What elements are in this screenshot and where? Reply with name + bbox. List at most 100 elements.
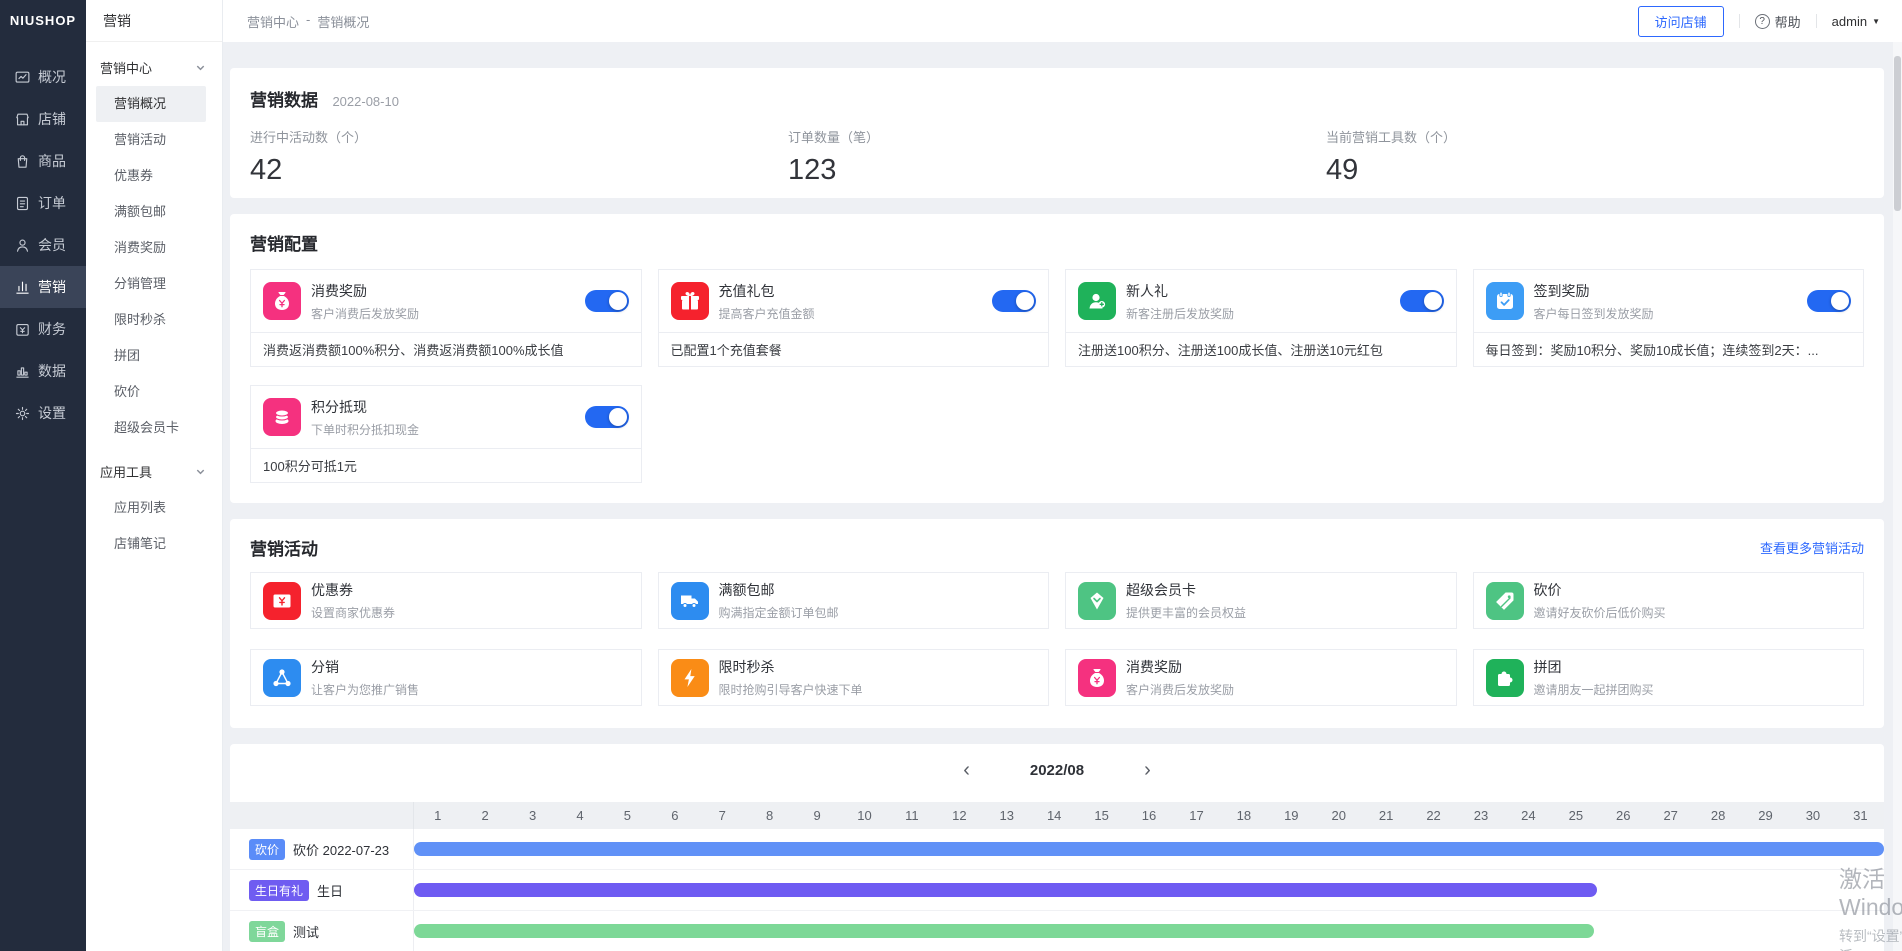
activity-item-bargain[interactable]: 砍价 邀请好友砍价后低价购买 <box>1473 572 1865 629</box>
marketing-activity-card: 营销活动 查看更多营销活动 优惠券 设置商家优惠券 <box>230 519 1884 728</box>
prev-month-button[interactable]: ‹ <box>959 760 974 780</box>
chevron-down-icon <box>195 466 206 477</box>
submenu-item-groupbuy[interactable]: 拼团 <box>86 338 222 374</box>
submenu-item-flash-sale[interactable]: 限时秒杀 <box>86 302 222 338</box>
submenu-item-consume-reward[interactable]: 消费奖励 <box>86 230 222 266</box>
gantt-bar[interactable] <box>414 924 1594 938</box>
calendar-month: 2022/08 <box>1030 762 1084 779</box>
submenu-group-app-tools[interactable]: 应用工具 <box>86 452 222 490</box>
toggle-switch[interactable] <box>1400 290 1444 312</box>
config-grid: 消费奖励 客户消费后发放奖励 消费返消费额100%积分、消费返消费额100%成长… <box>250 269 1864 483</box>
submenu-item-marketing-overview[interactable]: 营销概况 <box>96 86 206 122</box>
day-cell: 5 <box>604 808 651 823</box>
chevron-down-icon <box>195 62 206 73</box>
day-cell: 15 <box>1078 808 1125 823</box>
day-cell: 2 <box>461 808 508 823</box>
day-cell: 20 <box>1315 808 1362 823</box>
activity-item-distribution[interactable]: 分销 让客户为您推广销售 <box>250 649 642 706</box>
breadcrumb: 营销中心 - 营销概况 <box>247 12 369 31</box>
gantt-row-bargain: 砍价 砍价 2022-07-23 <box>230 829 1884 870</box>
day-cell: 21 <box>1362 808 1409 823</box>
activity-item-vip-card[interactable]: 超级会员卡 提供更丰富的会员权益 <box>1065 572 1457 629</box>
sidebar-item-settings[interactable]: 设置 <box>0 392 86 434</box>
submenu-item-coupon[interactable]: 优惠券 <box>86 158 222 194</box>
sidebar-item-overview[interactable]: 概况 <box>0 56 86 98</box>
main-area: 营销中心 - 营销概况 访问店铺 ? 帮助 admin ▼ 营销数据 2022-… <box>223 0 1902 951</box>
day-cell: 27 <box>1647 808 1694 823</box>
day-cell: 30 <box>1789 808 1836 823</box>
breadcrumb-current: 营销概况 <box>317 12 369 31</box>
day-cell: 24 <box>1505 808 1552 823</box>
stats-row: 进行中活动数（个） 42 订单数量（笔） 123 当前营销工具数（个） 49 <box>250 127 1864 187</box>
breadcrumb-parent[interactable]: 营销中心 <box>247 12 299 31</box>
groupbuy-icon <box>1486 659 1524 697</box>
toggle-switch[interactable] <box>1807 290 1851 312</box>
question-circle-icon: ? <box>1755 14 1770 29</box>
view-more-link[interactable]: 查看更多营销活动 <box>1760 538 1864 557</box>
day-cell: 13 <box>983 808 1030 823</box>
config-status: 消费返消费额100%积分、消费返消费额100%成长值 <box>251 332 641 366</box>
member-icon <box>14 237 31 254</box>
config-status: 已配置1个充值套餐 <box>659 332 1049 366</box>
day-cell: 25 <box>1552 808 1599 823</box>
gantt-bar[interactable] <box>414 883 1597 897</box>
main-nav: 概况 店铺 商品 订单 会员 营销 财务 数据 <box>0 56 86 434</box>
activity-item-flash-sale[interactable]: 限时秒杀 限时抢购引导客户快速下单 <box>658 649 1050 706</box>
submenu-item-vip-card[interactable]: 超级会员卡 <box>86 410 222 446</box>
activity-grid: 优惠券 设置商家优惠券 满额包邮 购满指定金额订单包邮 <box>250 572 1864 706</box>
stat-order-count: 订单数量（笔） 123 <box>788 127 1326 187</box>
submenu-item-app-list[interactable]: 应用列表 <box>86 490 222 526</box>
activity-item-free-shipping[interactable]: 满额包邮 购满指定金额订单包邮 <box>658 572 1050 629</box>
sidebar-item-marketing[interactable]: 营销 <box>0 266 86 308</box>
visit-shop-button[interactable]: 访问店铺 <box>1638 6 1724 37</box>
sidebar-item-goods[interactable]: 商品 <box>0 140 86 182</box>
submenu-item-marketing-activity[interactable]: 营销活动 <box>86 122 222 158</box>
gantt-row-birthday: 生日有礼 生日 <box>230 870 1884 911</box>
config-item-checkin-reward: 签到奖励 客户每日签到发放奖励 每日签到：奖励10积分、奖励10成长值；连续签到… <box>1473 269 1865 367</box>
submenu-group-marketing-center[interactable]: 营销中心 <box>86 48 222 86</box>
gantt-track <box>413 870 1884 910</box>
submenu-item-bargain[interactable]: 砍价 <box>86 374 222 410</box>
card-title: 营销活动 <box>250 535 318 560</box>
sidebar-item-shop[interactable]: 店铺 <box>0 98 86 140</box>
gantt-track <box>413 829 1884 869</box>
sidebar-item-member[interactable]: 会员 <box>0 224 86 266</box>
vip-diamond-icon <box>1078 582 1116 620</box>
activity-calendar-card: ‹ 2022/08 › 1234567891011121314151617181… <box>230 744 1884 951</box>
submenu-item-shop-notes[interactable]: 店铺笔记 <box>86 526 222 562</box>
user-menu[interactable]: admin ▼ <box>1832 14 1880 29</box>
row-badge: 砍价 <box>249 839 285 860</box>
day-cell: 14 <box>1030 808 1077 823</box>
gantt-bar[interactable] <box>414 842 1884 856</box>
breadcrumb-separator: - <box>306 12 310 31</box>
data-icon <box>14 363 31 380</box>
activity-item-coupon[interactable]: 优惠券 设置商家优惠券 <box>250 572 642 629</box>
submenu-item-distribution[interactable]: 分销管理 <box>86 266 222 302</box>
day-cell: 18 <box>1220 808 1267 823</box>
config-status: 注册送100积分、注册送100成长值、注册送10元红包 <box>1066 332 1456 366</box>
submenu-item-free-shipping[interactable]: 满额包邮 <box>86 194 222 230</box>
sidebar-item-data[interactable]: 数据 <box>0 350 86 392</box>
sidebar-item-finance[interactable]: 财务 <box>0 308 86 350</box>
calendar-table: 1234567891011121314151617181920212223242… <box>230 802 1884 951</box>
gift-icon <box>671 282 709 320</box>
config-item-consume-reward: 消费奖励 客户消费后发放奖励 消费返消费额100%积分、消费返消费额100%成长… <box>250 269 642 367</box>
marketing-icon <box>14 279 31 296</box>
toggle-switch[interactable] <box>585 290 629 312</box>
card-title: 营销配置 <box>250 230 318 255</box>
activity-item-groupbuy[interactable]: 拼团 邀请朋友一起拼团购买 <box>1473 649 1865 706</box>
help-button[interactable]: ? 帮助 <box>1755 12 1801 31</box>
next-month-button[interactable]: › <box>1140 760 1155 780</box>
main-sidebar: NIUSHOP 概况 店铺 商品 订单 会员 营销 财务 <box>0 0 86 951</box>
money-bag-icon <box>263 282 301 320</box>
goods-icon <box>14 153 31 170</box>
sidebar-item-order[interactable]: 订单 <box>0 182 86 224</box>
day-cell: 19 <box>1268 808 1315 823</box>
scrollbar-thumb[interactable] <box>1894 56 1901 211</box>
activity-item-consume-reward[interactable]: 消费奖励 客户消费后发放奖励 <box>1065 649 1457 706</box>
topbar: 营销中心 - 营销概况 访问店铺 ? 帮助 admin ▼ <box>223 0 1902 42</box>
stat-marketing-tools: 当前营销工具数（个） 49 <box>1326 127 1864 187</box>
toggle-switch[interactable] <box>585 406 629 428</box>
row-badge: 生日有礼 <box>249 880 309 901</box>
toggle-switch[interactable] <box>992 290 1036 312</box>
